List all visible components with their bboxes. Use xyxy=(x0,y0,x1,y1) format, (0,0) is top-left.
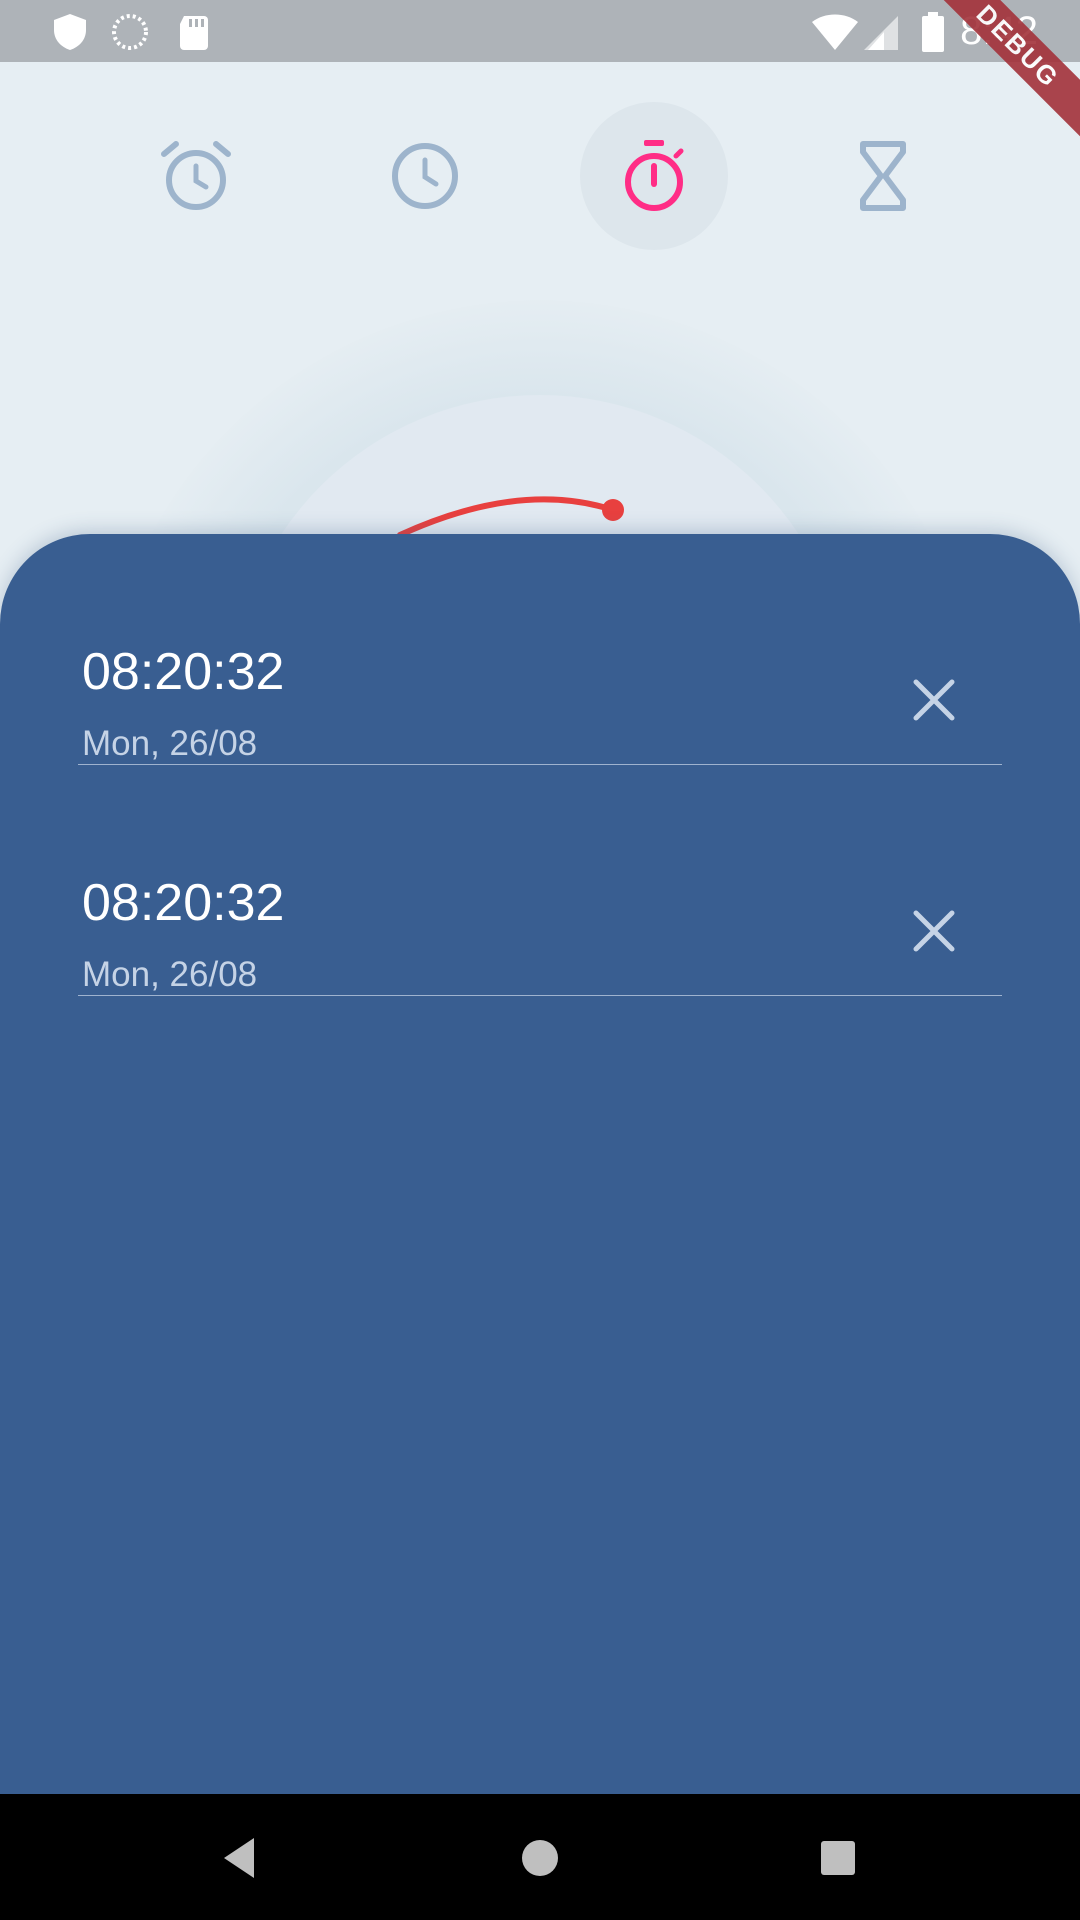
close-icon[interactable] xyxy=(908,905,960,957)
back-icon[interactable] xyxy=(214,1832,266,1884)
lap-row: 08:20:32 Mon, 26/08 xyxy=(78,765,1002,996)
lap-row: 08:20:32 Mon, 26/08 xyxy=(78,534,1002,765)
close-icon[interactable] xyxy=(908,674,960,726)
lap-date: Mon, 26/08 xyxy=(82,724,258,763)
lap-time: 08:20:32 xyxy=(82,643,285,701)
lap-date: Mon, 26/08 xyxy=(82,955,258,994)
system-nav-bar xyxy=(0,1794,1080,1920)
home-icon[interactable] xyxy=(514,1832,566,1884)
progress-knob xyxy=(602,499,624,521)
recents-icon[interactable] xyxy=(812,1832,864,1884)
lap-time: 08:20:32 xyxy=(82,874,285,932)
laps-sheet: 08:20:32 Mon, 26/08 08:20:32 Mon, 26/08 xyxy=(0,534,1080,1794)
